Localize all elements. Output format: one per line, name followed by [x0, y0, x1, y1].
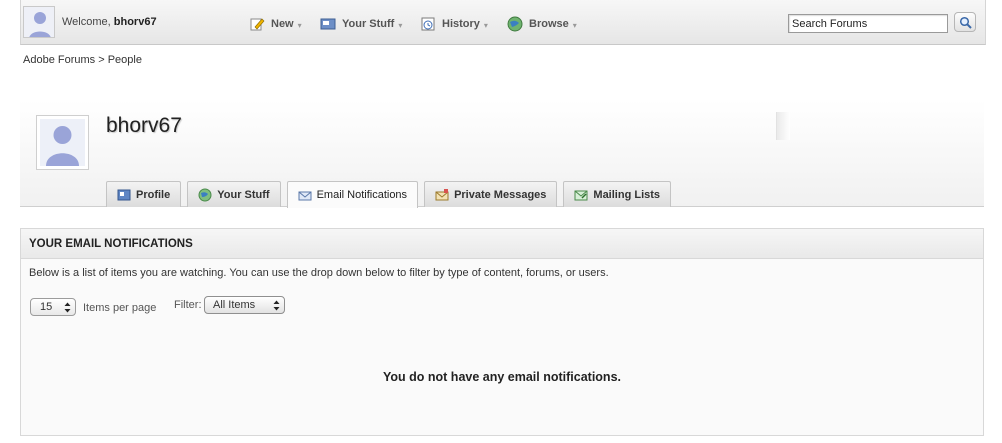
- profile-username: bhorv67: [106, 114, 182, 137]
- tab-profile[interactable]: Profile: [106, 181, 182, 207]
- magnifier-icon: [959, 16, 972, 29]
- nav-new[interactable]: New ▾: [249, 15, 302, 33]
- tab-your-stuff-label: Your Stuff: [217, 188, 270, 201]
- chevron-down-icon: ▾: [297, 20, 302, 30]
- globe-icon: [507, 16, 523, 32]
- nav-your-stuff[interactable]: Your Stuff ▾: [320, 15, 402, 33]
- avatar-person-icon: [46, 126, 79, 166]
- mailing-list-icon: [574, 188, 588, 202]
- nav-browse[interactable]: Browse ▾: [507, 15, 577, 33]
- profile-header: bhorv67 Profile Your Stuff Email Notific…: [20, 100, 984, 208]
- envelope-icon: [298, 188, 312, 202]
- chevron-down-icon: ▾: [483, 20, 488, 30]
- breadcrumb: Adobe Forums > People: [23, 54, 142, 66]
- tab-profile-label: Profile: [136, 188, 171, 201]
- filter-select[interactable]: All Items: [204, 296, 285, 314]
- tab-email-notifications-label: Email Notifications: [316, 189, 408, 201]
- nav-browse-label: Browse: [529, 18, 569, 30]
- tab-email-notifications[interactable]: Email Notifications: [286, 181, 419, 208]
- avatar-person-icon: [29, 12, 51, 37]
- profile-avatar[interactable]: [36, 115, 89, 170]
- globe-icon: [198, 188, 212, 202]
- inbox-icon: [320, 16, 336, 32]
- nav-your-stuff-label: Your Stuff: [342, 18, 395, 30]
- empty-state-message: You do not have any email notifications.: [383, 370, 621, 384]
- nav-history[interactable]: History ▾: [420, 15, 488, 33]
- filter-label: Filter:: [174, 299, 202, 311]
- select-stepper-icon: [273, 300, 280, 311]
- tab-private-messages[interactable]: Private Messages: [424, 181, 558, 207]
- chevron-down-icon: ▾: [572, 20, 577, 30]
- profile-tabs: Profile Your Stuff Email Notifications P…: [106, 181, 672, 208]
- tab-private-messages-label: Private Messages: [454, 188, 547, 201]
- items-per-page-value: 15: [40, 301, 53, 313]
- top-nav-bar: Welcome, bhorv67 New ▾ Your Stuff ▾ Hist…: [20, 0, 986, 45]
- panel-title: YOUR EMAIL NOTIFICATIONS: [21, 229, 983, 259]
- welcome-prefix: Welcome,: [62, 16, 114, 28]
- user-avatar[interactable]: [23, 6, 55, 38]
- private-message-icon: [435, 188, 449, 202]
- welcome-message: Welcome, bhorv67: [62, 16, 157, 28]
- breadcrumb-link-adobe-forums[interactable]: Adobe Forums: [23, 54, 95, 66]
- search-button[interactable]: [954, 12, 976, 32]
- select-stepper-icon: [64, 302, 71, 313]
- panel-description: Below is a list of items you are watchin…: [29, 267, 609, 279]
- chevron-down-icon: ▾: [398, 20, 403, 30]
- pencil-icon: [249, 16, 265, 32]
- breadcrumb-current: People: [107, 54, 142, 66]
- nav-history-label: History: [442, 18, 480, 30]
- welcome-username[interactable]: bhorv67: [114, 16, 157, 28]
- breadcrumb-separator: >: [95, 54, 108, 66]
- search-input[interactable]: [788, 14, 948, 33]
- tab-mailing-lists[interactable]: Mailing Lists: [563, 181, 672, 207]
- tab-mailing-lists-label: Mailing Lists: [593, 188, 661, 201]
- history-icon: [420, 16, 436, 32]
- filter-value: All Items: [213, 299, 256, 311]
- items-per-page-label: Items per page: [83, 302, 157, 314]
- header-side-marker: [776, 112, 790, 140]
- tab-your-stuff[interactable]: Your Stuff: [187, 181, 281, 207]
- email-notifications-panel: YOUR EMAIL NOTIFICATIONS Below is a list…: [20, 228, 984, 436]
- profile-card-icon: [117, 188, 131, 202]
- nav-new-label: New: [271, 18, 294, 30]
- items-per-page-select[interactable]: 15: [30, 298, 76, 316]
